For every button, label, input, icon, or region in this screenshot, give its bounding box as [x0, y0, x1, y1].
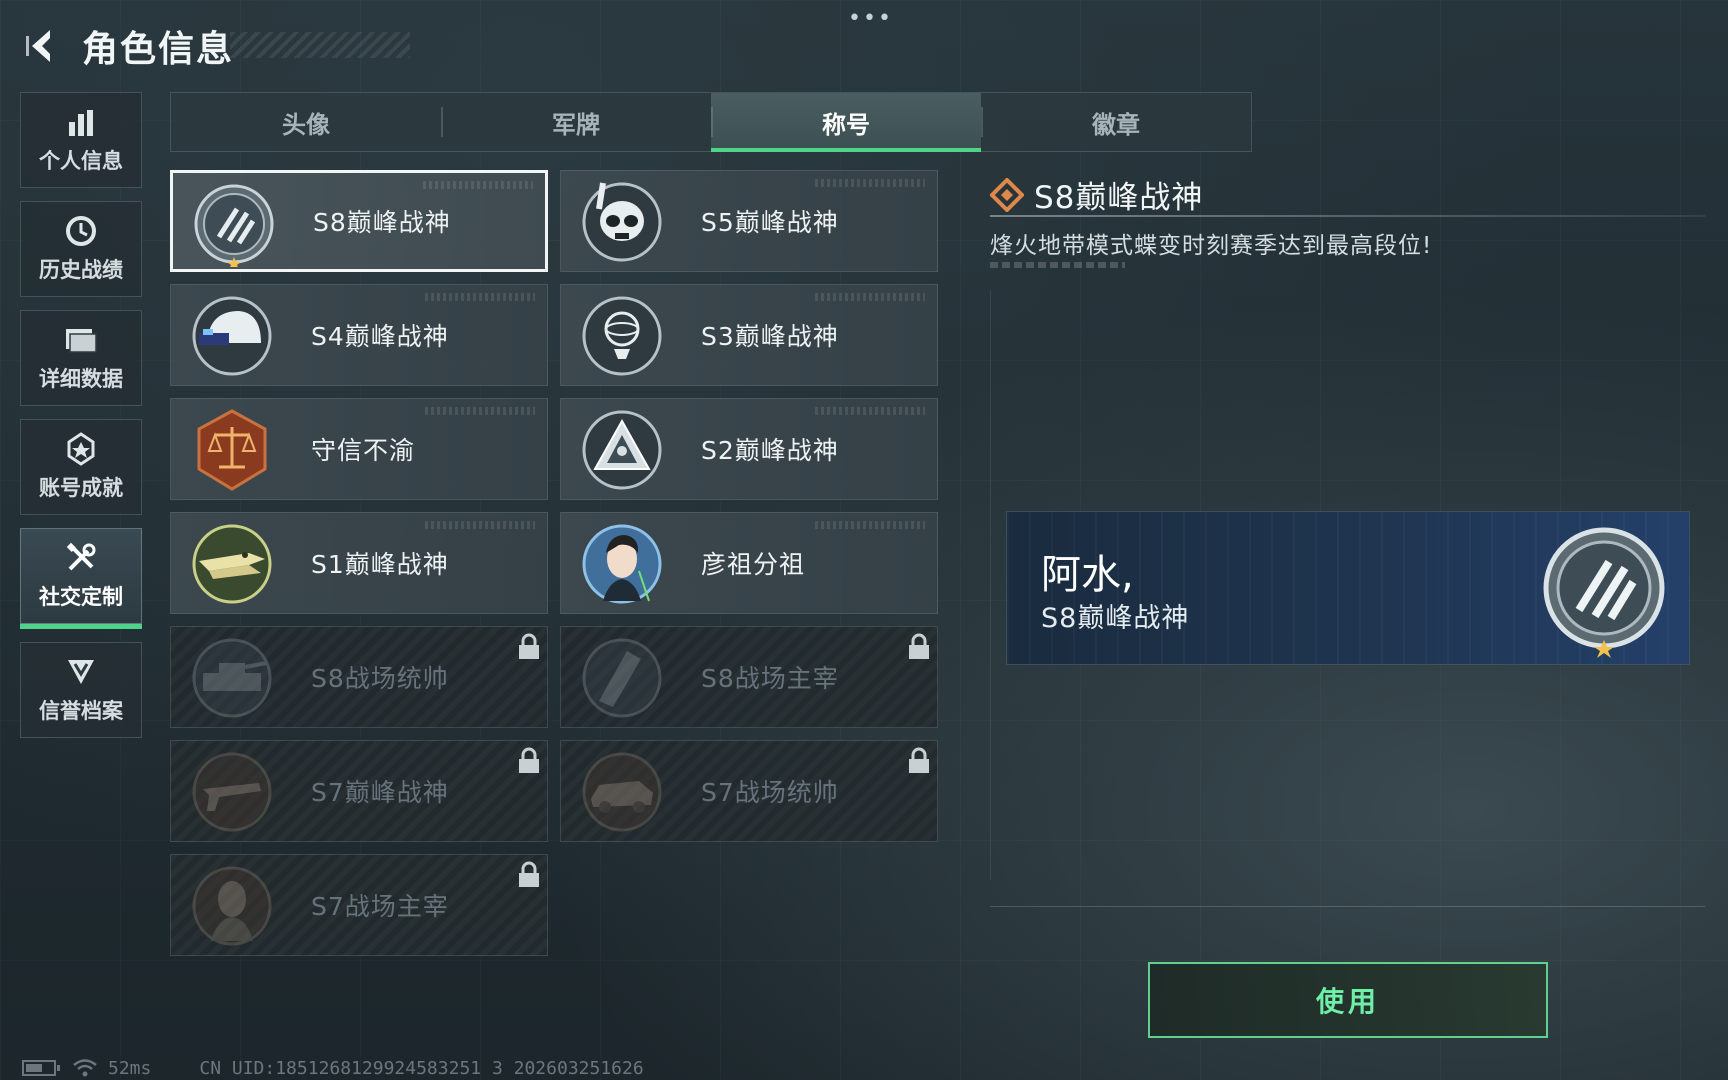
detail-title: S8巅峰战神 [1034, 180, 1204, 216]
back-arrow-icon[interactable] [20, 24, 64, 68]
title-card-locked[interactable]: S7战场统帅 [560, 740, 938, 842]
nav-item-details[interactable]: 详细数据 [20, 310, 142, 406]
tab-avatar[interactable]: 头像 [171, 93, 441, 151]
title-label: S4巅峰战神 [311, 322, 449, 351]
title-label: 彦祖分祖 [701, 550, 806, 579]
title-card[interactable]: 守信不渝 [170, 398, 548, 500]
nav-label: 历史战绩 [39, 258, 123, 282]
title-label: S8战场统帅 [311, 664, 449, 693]
s4-helmet-emblem-icon [192, 296, 272, 376]
card-decoration [815, 521, 925, 529]
title-label: S8巅峰战神 [313, 208, 451, 237]
lock-icon [519, 861, 539, 887]
s1-crocodile-emblem-icon [192, 524, 272, 604]
status-bar: 52ms CN UID:1851268129924583251 3 202603… [22, 1056, 644, 1080]
title-card[interactable]: S1巅峰战神 [170, 512, 548, 614]
title-label: S7战场主宰 [311, 892, 449, 921]
title-label: 守信不渝 [311, 436, 416, 465]
title-card-locked[interactable]: S8战场主宰 [560, 626, 938, 728]
nav-label: 社交定制 [39, 585, 123, 609]
title-label: S1巅峰战神 [311, 550, 449, 579]
detail-description: 烽火地带模式蝶变时刻赛季达到最高段位! [990, 233, 1433, 259]
card-decoration [425, 407, 535, 415]
title-card[interactable]: S8巅峰战神 [170, 170, 548, 272]
detail-divider [990, 215, 1705, 217]
s8-tower-emblem-icon [582, 638, 662, 718]
title-card[interactable]: 彦祖分祖 [560, 512, 938, 614]
title-card[interactable]: S3巅峰战神 [560, 284, 938, 386]
s8-tank-emblem-icon [192, 638, 272, 718]
scales-emblem-icon [197, 409, 267, 491]
description-decoration [990, 262, 1125, 268]
portrait-emblem-icon [582, 524, 662, 604]
title-card-locked[interactable]: S8战场统帅 [170, 626, 548, 728]
side-nav: 个人信息 历史战绩 详细数据 账号成就 社交定制 信誉档案 [20, 92, 144, 751]
title-decoration [230, 32, 410, 58]
title-label: S7战场统帅 [701, 778, 839, 807]
category-tabs: 头像 军牌 称号 徽章 [170, 92, 1252, 152]
title-label: S8战场主宰 [701, 664, 839, 693]
s8-peak-emblem-icon [194, 184, 274, 267]
s7-soldier-emblem-icon [192, 866, 272, 946]
s2-triangle-emblem-icon [582, 410, 662, 490]
title-label: S5巅峰战神 [701, 208, 839, 237]
folder-icon [64, 323, 98, 357]
title-card-locked[interactable]: S7战场主宰 [170, 854, 548, 956]
tab-dogtag[interactable]: 军牌 [441, 93, 711, 151]
tools-icon [64, 541, 98, 575]
title-card[interactable]: S5巅峰战神 [560, 170, 938, 272]
nav-item-profile[interactable]: 个人信息 [20, 92, 142, 188]
nav-label: 详细数据 [39, 367, 123, 391]
title-card[interactable]: S2巅峰战神 [560, 398, 938, 500]
battery-icon [22, 1060, 60, 1076]
lock-icon [909, 633, 929, 659]
user-uid: CN UID:1851268129924583251 3 20260325162… [199, 1057, 644, 1079]
diamond-marker-icon [990, 177, 1024, 212]
title-label: S3巅峰战神 [701, 322, 839, 351]
s5-skull-emblem-icon [582, 182, 662, 262]
title-card[interactable]: S4巅峰战神 [170, 284, 548, 386]
s3-globe-emblem-icon [582, 296, 662, 376]
title-label: S7巅峰战神 [311, 778, 449, 807]
use-button[interactable]: 使用 [1148, 962, 1548, 1038]
title-card-locked[interactable]: S7巅峰战神 [170, 740, 548, 842]
detail-header: S8巅峰战神 [990, 172, 1203, 217]
footer-divider [990, 906, 1705, 907]
ping-value: 52ms [108, 1057, 152, 1079]
wifi-icon [73, 1059, 97, 1077]
s8-peak-emblem-icon [1543, 527, 1665, 658]
bar-chart-icon [65, 105, 97, 139]
battery-fill [26, 1064, 42, 1072]
nav-item-history[interactable]: 历史战绩 [20, 201, 142, 297]
tab-badge[interactable]: 徽章 [981, 93, 1251, 151]
shield-rank-icon [65, 655, 97, 689]
nav-label: 账号成就 [39, 476, 123, 500]
achievement-icon [65, 432, 97, 466]
tab-title[interactable]: 称号 [711, 93, 981, 152]
lock-icon [519, 633, 539, 659]
lock-icon [519, 747, 539, 773]
history-clock-icon [64, 214, 98, 248]
s7-gun-emblem-icon [192, 752, 272, 832]
nav-item-credit[interactable]: 信誉档案 [20, 642, 142, 738]
more-menu-icon[interactable]: ••• [848, 6, 893, 31]
header: 角色信息 [20, 18, 234, 74]
nav-item-social[interactable]: 社交定制 [20, 528, 142, 629]
player-name: 阿水, [1041, 552, 1134, 598]
page-title: 角色信息 [82, 29, 235, 70]
nav-item-achievements[interactable]: 账号成就 [20, 419, 142, 515]
nav-label: 信誉档案 [39, 699, 123, 723]
title-label: S2巅峰战神 [701, 436, 839, 465]
name-card-preview: 阿水, S8巅峰战神 [1007, 512, 1689, 664]
lock-icon [909, 747, 929, 773]
nav-label: 个人信息 [39, 149, 123, 173]
player-title: S8巅峰战神 [1041, 603, 1190, 634]
s7-vehicle-emblem-icon [582, 752, 662, 832]
